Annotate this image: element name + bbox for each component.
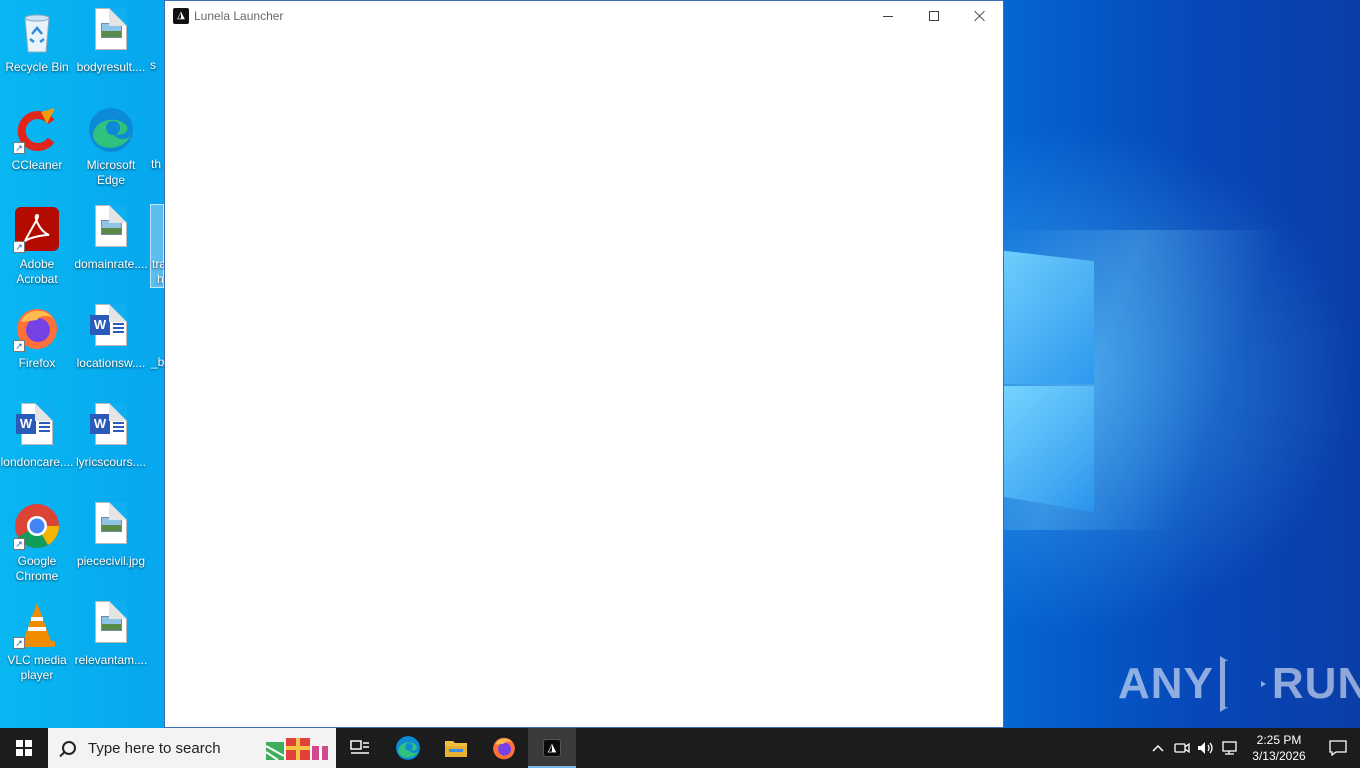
desktop-icon-recycle-bin[interactable]: Recycle Bin bbox=[0, 8, 74, 75]
desktop-icon-piececivil[interactable]: piececivil.jpg bbox=[74, 502, 148, 569]
network-icon[interactable] bbox=[1218, 728, 1242, 768]
edge-icon bbox=[396, 736, 420, 760]
search-icon bbox=[62, 741, 76, 755]
window-content-area bbox=[165, 31, 1003, 727]
taskbar: Type here to search ◮ 2:25 PM 3/13/2026 bbox=[0, 728, 1360, 768]
action-center-button[interactable] bbox=[1316, 728, 1360, 768]
word-doc-icon: W bbox=[87, 304, 135, 352]
window-title: Lunela Launcher bbox=[194, 9, 284, 23]
desktop-icon-firefox[interactable]: ↗ Firefox bbox=[0, 304, 74, 371]
windows-logo-panel-bottom bbox=[1004, 386, 1094, 512]
shortcut-arrow-icon: ↗ bbox=[13, 637, 25, 649]
ccleaner-icon: ↗ bbox=[13, 106, 61, 154]
minimize-button[interactable] bbox=[865, 1, 911, 31]
desktop-icon-label: VLC media player bbox=[7, 653, 67, 682]
shortcut-arrow-icon: ↗ bbox=[13, 241, 25, 253]
desktop-icon-label: piececivil.jpg bbox=[76, 554, 146, 568]
lunela-launcher-window[interactable]: ◮ Lunela Launcher bbox=[164, 0, 1004, 728]
desktop-icon-label: CCleaner bbox=[11, 158, 63, 172]
desktop-icon-relevantam[interactable]: relevantam.... bbox=[74, 601, 148, 668]
word-doc-icon: W bbox=[13, 403, 61, 451]
watermark-text-left: ANY bbox=[1118, 659, 1214, 708]
selected-desktop-icon[interactable]: tra h bbox=[150, 204, 166, 288]
desktop-icon-lyricscours[interactable]: W lyricscours.... bbox=[74, 403, 148, 470]
firefox-icon bbox=[493, 737, 515, 760]
desktop-icon-label: lyricscours.... bbox=[75, 455, 146, 469]
vlc-icon: ↗ bbox=[13, 601, 61, 649]
desktop-icon-label: Google Chrome bbox=[15, 554, 59, 583]
desktop-icon-label: relevantam.... bbox=[74, 653, 148, 667]
taskbar-edge-button[interactable] bbox=[384, 728, 432, 768]
minimize-icon bbox=[883, 15, 893, 17]
lunela-launcher-icon: ◮ bbox=[543, 739, 561, 757]
chrome-icon: ↗ bbox=[13, 502, 61, 550]
maximize-icon bbox=[929, 11, 939, 21]
desktop-icon-londoncare[interactable]: W londoncare.... bbox=[0, 403, 74, 470]
windows-start-icon bbox=[16, 740, 32, 756]
shortcut-arrow-icon: ↗ bbox=[13, 142, 25, 154]
word-doc-icon: W bbox=[87, 403, 135, 451]
play-icon bbox=[1219, 656, 1266, 712]
firefox-icon: ↗ bbox=[13, 304, 61, 352]
search-placeholder: Type here to search bbox=[88, 739, 221, 757]
desktop-icon-label: Microsoft Edge bbox=[86, 158, 136, 187]
notification-icon bbox=[1329, 740, 1347, 756]
taskbar-firefox-button[interactable] bbox=[480, 728, 528, 768]
desktop-icon-vlc[interactable]: ↗ VLC media player bbox=[0, 601, 74, 683]
taskbar-clock[interactable]: 2:25 PM 3/13/2026 bbox=[1242, 732, 1316, 764]
search-highlight-gifts-icon[interactable] bbox=[264, 734, 330, 762]
desktop-icon-google-chrome[interactable]: ↗ Google Chrome bbox=[0, 502, 74, 584]
maximize-button[interactable] bbox=[911, 1, 957, 31]
close-icon bbox=[974, 10, 986, 22]
image-file-icon bbox=[87, 601, 135, 649]
desktop-icon-label: Firefox bbox=[18, 356, 56, 370]
desktop-icon-label: Adobe Acrobat bbox=[16, 257, 58, 286]
shortcut-arrow-icon: ↗ bbox=[13, 340, 25, 352]
desktop-icon-label: londoncare.... bbox=[0, 455, 74, 469]
task-view-icon bbox=[350, 740, 369, 754]
desktop-icon-label: bodyresult.... bbox=[76, 60, 146, 74]
shortcut-arrow-icon: ↗ bbox=[13, 538, 25, 550]
desktop-icon-bodyresult[interactable]: bodyresult.... bbox=[74, 8, 148, 75]
meet-now-icon[interactable] bbox=[1170, 728, 1194, 768]
window-titlebar[interactable]: ◮ Lunela Launcher bbox=[165, 1, 1003, 31]
desktop-icon-label: domainrate.... bbox=[74, 257, 148, 271]
desktop-icon-adobe-acrobat[interactable]: ↗ Adobe Acrobat bbox=[0, 205, 74, 287]
volume-icon[interactable] bbox=[1194, 728, 1218, 768]
image-file-icon bbox=[87, 502, 135, 550]
desktop-icon-domainrate[interactable]: domainrate.... bbox=[74, 205, 148, 272]
task-view-button[interactable] bbox=[336, 728, 384, 768]
clock-time: 2:25 PM bbox=[1256, 733, 1302, 747]
recycle-bin-icon bbox=[13, 8, 61, 56]
desktop-icon-label: locationsw.... bbox=[76, 356, 146, 370]
file-explorer-icon bbox=[445, 741, 467, 757]
system-tray: 2:25 PM 3/13/2026 bbox=[1146, 728, 1360, 768]
desktop-icon-microsoft-edge[interactable]: Microsoft Edge bbox=[74, 106, 148, 188]
watermark-text-right: RUN bbox=[1271, 659, 1360, 708]
image-file-icon bbox=[87, 205, 135, 253]
edge-icon bbox=[87, 106, 135, 154]
lunela-app-icon: ◮ bbox=[173, 8, 189, 24]
start-button[interactable] bbox=[0, 728, 48, 768]
anyrun-watermark: ANY RUN bbox=[1118, 656, 1360, 712]
desktop-icon-locationsw[interactable]: W locationsw.... bbox=[74, 304, 148, 371]
acrobat-icon: ↗ bbox=[13, 205, 61, 253]
desktop-icon-label: Recycle Bin bbox=[5, 60, 69, 74]
close-button[interactable] bbox=[957, 1, 1003, 31]
taskbar-search-box[interactable]: Type here to search bbox=[48, 728, 336, 768]
desktop-icon-ccleaner[interactable]: ↗ CCleaner bbox=[0, 106, 74, 173]
taskbar-file-explorer-button[interactable] bbox=[432, 728, 480, 768]
taskbar-lunela-launcher-button[interactable]: ◮ bbox=[528, 728, 576, 768]
clock-date: 3/13/2026 bbox=[1252, 749, 1306, 763]
image-file-icon bbox=[87, 8, 135, 56]
show-hidden-icons-chevron-icon[interactable] bbox=[1146, 728, 1170, 768]
